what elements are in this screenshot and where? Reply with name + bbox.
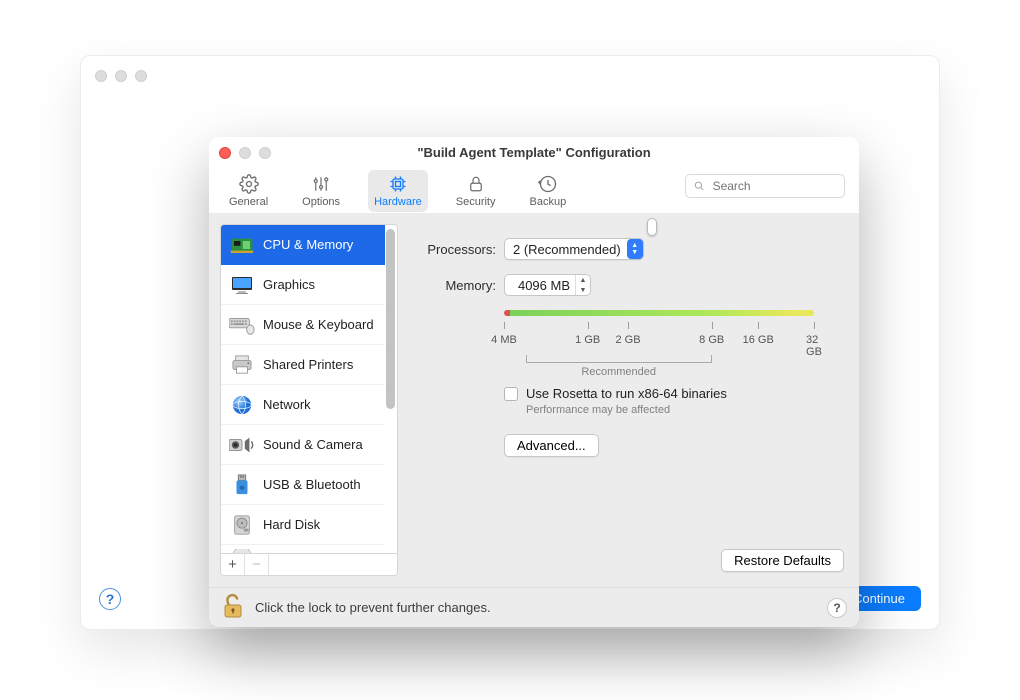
- toolbar-options[interactable]: Options: [296, 170, 346, 212]
- sidebar-item-partial[interactable]: [221, 545, 385, 553]
- sound-camera-icon: [229, 434, 255, 456]
- toolbar-backup[interactable]: Backup: [524, 170, 573, 212]
- lock-icon: [465, 174, 487, 194]
- printer-icon: [229, 354, 255, 376]
- help-button[interactable]: ?: [99, 588, 121, 610]
- remove-device-button: −: [245, 554, 269, 575]
- usb-icon: [229, 474, 255, 496]
- tick-label: 1 GB: [575, 334, 600, 346]
- keyboard-mouse-icon: [229, 314, 255, 336]
- sidebar-item-usb-bluetooth[interactable]: USB & Bluetooth: [221, 465, 385, 505]
- minimize-dot[interactable]: [115, 70, 127, 82]
- cd-icon: [229, 549, 255, 553]
- sidebar-item-mouse-keyboard[interactable]: Mouse & Keyboard: [221, 305, 385, 345]
- memory-label: Memory:: [410, 278, 504, 293]
- advanced-button[interactable]: Advanced...: [504, 434, 599, 457]
- hardware-sidebar: CPU & Memory Graphics Mouse & Keyboard: [220, 224, 398, 554]
- unlock-icon[interactable]: [221, 593, 245, 622]
- sidebar-add-remove: + −: [220, 554, 398, 576]
- sidebar-item-hard-disk[interactable]: Hard Disk: [221, 505, 385, 545]
- sidebar-item-label: CPU & Memory: [263, 237, 353, 252]
- memory-stepper[interactable]: 4096 MB ▲▼: [504, 274, 591, 296]
- rosetta-note: Performance may be affected: [526, 404, 727, 416]
- processors-select[interactable]: 2 (Recommended) ▲▼: [504, 238, 644, 260]
- search-input[interactable]: [711, 178, 836, 194]
- tick-label: 8 GB: [699, 334, 724, 346]
- sliders-icon: [310, 174, 332, 194]
- sidebar-item-label: USB & Bluetooth: [263, 477, 361, 492]
- close-dot[interactable]: [95, 70, 107, 82]
- processors-label: Processors:: [410, 242, 504, 257]
- toolbar-label: Security: [456, 196, 496, 208]
- configuration-window: "Build Agent Template" Configuration Gen…: [209, 137, 859, 627]
- sidebar-item-network[interactable]: Network: [221, 385, 385, 425]
- toolbar-label: General: [229, 196, 268, 208]
- sidebar-item-shared-printers[interactable]: Shared Printers: [221, 345, 385, 385]
- sidebar-item-label: Sound & Camera: [263, 437, 363, 452]
- restore-defaults-button[interactable]: Restore Defaults: [721, 549, 844, 572]
- search-field[interactable]: [685, 174, 845, 198]
- sidebar-item-label: Mouse & Keyboard: [263, 317, 374, 332]
- sidebar-item-sound-camera[interactable]: Sound & Camera: [221, 425, 385, 465]
- stepper-buttons[interactable]: ▲▼: [575, 275, 590, 295]
- processors-value: 2 (Recommended): [513, 242, 621, 257]
- gear-icon: [238, 174, 260, 194]
- rosetta-checkbox[interactable]: [504, 387, 518, 401]
- zoom-dot[interactable]: [135, 70, 147, 82]
- lock-footer: Click the lock to prevent further change…: [209, 587, 859, 627]
- tick-label: 2 GB: [615, 334, 640, 346]
- recommended-label: Recommended: [581, 366, 656, 378]
- hard-disk-icon: [229, 514, 255, 536]
- lock-text: Click the lock to prevent further change…: [255, 600, 491, 615]
- toolbar-label: Backup: [530, 196, 567, 208]
- chip-icon: [387, 174, 409, 194]
- sidebar-item-label: Network: [263, 397, 311, 412]
- sidebar-item-graphics[interactable]: Graphics: [221, 265, 385, 305]
- tick-label: 16 GB: [743, 334, 774, 346]
- panel-help-button[interactable]: ?: [827, 598, 847, 618]
- toolbar-label: Hardware: [374, 196, 422, 208]
- cpu-memory-panel: Processors: 2 (Recommended) ▲▼ Memory: 4…: [410, 224, 848, 576]
- sidebar-item-label: Shared Printers: [263, 357, 353, 372]
- sidebar-item-label: Hard Disk: [263, 517, 320, 532]
- window-title: "Build Agent Template" Configuration: [209, 145, 859, 160]
- sidebar-scrollbar[interactable]: [386, 227, 395, 551]
- slider-thumb[interactable]: [647, 218, 657, 236]
- parent-traffic-lights: [95, 70, 147, 82]
- network-icon: [229, 394, 255, 416]
- toolbar-security[interactable]: Security: [450, 170, 502, 212]
- toolbar-label: Options: [302, 196, 340, 208]
- display-icon: [229, 274, 255, 296]
- cpu-icon: [229, 234, 255, 256]
- rosetta-label: Use Rosetta to run x86-64 binaries: [526, 386, 727, 401]
- toolbar-hardware[interactable]: Hardware: [368, 170, 428, 212]
- sidebar-item-label: Graphics: [263, 277, 315, 292]
- tick-label: 32 GB: [806, 334, 822, 358]
- chevrons-icon: ▲▼: [627, 239, 643, 259]
- toolbar: General Options Hardware Security Backup: [209, 164, 859, 217]
- toolbar-general[interactable]: General: [223, 170, 274, 212]
- memory-value: 4096 MB: [513, 278, 575, 293]
- add-device-button[interactable]: +: [221, 554, 245, 575]
- tick-label: 4 MB: [491, 334, 517, 346]
- backup-icon: [537, 174, 559, 194]
- search-icon: [694, 180, 705, 192]
- sidebar-item-cpu-memory[interactable]: CPU & Memory: [221, 225, 385, 265]
- memory-slider[interactable]: 4 MB 1 GB 2 GB 8 GB 16 GB 32 GB Recommen…: [504, 310, 814, 354]
